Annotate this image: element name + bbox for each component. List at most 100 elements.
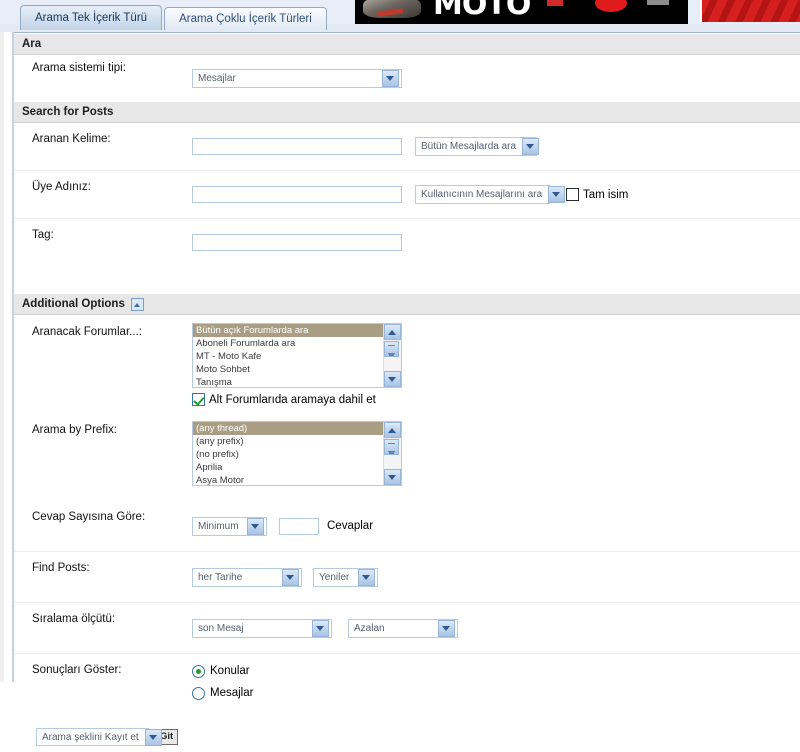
chevron-down-icon (382, 69, 399, 87)
forums-listbox[interactable]: Bütün açık Forumlarda ara Aboneli Foruml… (192, 323, 402, 388)
row-username: Üye Adınız: Kullanıcının Mesajlarını ara… (14, 171, 800, 219)
row-keyword: Aranan Kelime: Bütün Mesajlarda ara (14, 123, 800, 171)
section-header-search: Ara (14, 33, 800, 55)
motorcycle-icon (363, 0, 421, 18)
select-sort-direction-value: Azalan (354, 622, 385, 634)
chevron-down-icon (144, 728, 162, 746)
forums-listbox-items: Bütün açık Forumlarda ara Aboneli Foruml… (193, 324, 383, 387)
select-sort-by[interactable]: son Mesaj (192, 618, 332, 638)
list-item[interactable]: Moto Sohbet (193, 363, 383, 376)
banner-oval-shape (595, 0, 627, 12)
section-title-posts: Search for Posts (22, 106, 114, 118)
row-find-posts: Find Posts: her Tarihe Yeniler (14, 552, 800, 603)
chevron-down-icon (522, 138, 540, 155)
search-type-tabs: Arama Tek İçerik Türü Arama Çoklu İçerik… (20, 4, 329, 30)
scroll-down-icon[interactable] (384, 469, 401, 485)
prefix-listbox-items: (any thread) (any prefix) (no prefix) Ap… (193, 422, 383, 485)
select-keyword-scope[interactable]: Bütün Mesajlarda ara (415, 137, 540, 156)
label-prefix: Arama by Prefix: (32, 424, 117, 436)
list-item[interactable]: (any prefix) (193, 435, 383, 448)
select-find-posts-order-value: Yeniler (319, 571, 350, 583)
select-search-system-type-value: Mesajlar (198, 72, 236, 84)
chevron-down-icon (282, 568, 299, 586)
label-sort: Sıralama ölçütü: (32, 613, 116, 625)
row-tag: Tag: (14, 219, 800, 266)
select-find-posts-date[interactable]: her Tarihe (192, 567, 302, 587)
select-save-search-value: Arama şeklini Kayıt et (42, 731, 139, 743)
chevron-down-icon (247, 517, 264, 535)
list-item[interactable]: (any thread) (193, 422, 383, 435)
list-item[interactable]: MT - Moto Kafe (193, 350, 383, 363)
scroll-up-icon[interactable] (384, 324, 401, 340)
list-item[interactable]: Asya Motor (193, 474, 383, 485)
prefix-listbox-scrollbar[interactable] (383, 422, 401, 485)
select-username-scope-value: Kullanıcının Mesajlarını ara (421, 189, 543, 200)
prefix-listbox[interactable]: (any thread) (any prefix) (no prefix) Ap… (192, 421, 402, 486)
chevron-down-icon (548, 186, 566, 203)
page-left-gutter (0, 32, 14, 682)
section-header-posts: Search for Posts (14, 101, 800, 123)
tab-single-content-type[interactable]: Arama Tek İçerik Türü (20, 5, 163, 30)
list-item[interactable]: Aprilia (193, 461, 383, 474)
label-username: Üye Adınız: (32, 181, 91, 193)
chevron-down-icon (438, 619, 455, 637)
banner-dash-shape (547, 0, 563, 6)
replies-suffix-label: Cevaplar (327, 520, 374, 532)
banner-right-stripes[interactable] (700, 0, 800, 22)
scroll-down-icon[interactable] (384, 371, 401, 387)
collapse-up-icon[interactable] (130, 297, 144, 311)
exact-name-label: Tam isim (583, 188, 629, 201)
section-title-search: Ara (22, 38, 42, 50)
row-prefix: Arama by Prefix: (any thread) (any prefi… (14, 413, 800, 501)
label-forums: Aranacak Forumlar...: (32, 326, 142, 338)
list-item[interactable]: (no prefix) (193, 448, 383, 461)
list-item[interactable]: Aboneli Forumlarda ara (193, 337, 383, 350)
username-input[interactable] (192, 186, 402, 203)
exact-name-checkbox[interactable] (566, 188, 579, 201)
list-item[interactable]: Tanışma (193, 376, 383, 387)
label-search-system-type: Arama sistemi tipi: (32, 62, 126, 74)
radio-option-posts[interactable]: Mesajlar (192, 682, 253, 704)
section-header-additional-options: Additional Options (14, 293, 800, 315)
radio-option-threads[interactable]: Konular (192, 660, 250, 682)
radio-posts[interactable] (192, 686, 205, 700)
row-replies: Cevap Sayısına Göre: Minimum Cevaplar (14, 501, 800, 552)
search-keyword-input[interactable] (192, 138, 402, 155)
select-sort-direction[interactable]: Azalan (348, 618, 458, 638)
select-search-system-type[interactable]: Mesajlar (192, 68, 402, 88)
form-footer-bar: Arama şeklini Kayıt et Git (14, 718, 800, 752)
row-forums: Aranacak Forumlar...: Bütün açık Forumla… (14, 315, 800, 413)
label-keyword: Aranan Kelime: (32, 133, 111, 145)
scrollbar-thumb[interactable] (384, 341, 399, 357)
row-search-system-type: Arama sistemi tipi: Mesajlar (14, 55, 800, 101)
radio-posts-label: Mesajlar (210, 687, 254, 699)
select-replies-mode[interactable]: Minimum (192, 516, 267, 536)
select-keyword-scope-value: Bütün Mesajlarda ara (421, 141, 517, 152)
row-sort: Sıralama ölçütü: son Mesaj Azalan (14, 603, 800, 654)
select-find-posts-order[interactable]: Yeniler (313, 567, 378, 587)
select-username-scope[interactable]: Kullanıcının Mesajlarını ara (415, 185, 566, 204)
banner-advertisement[interactable]: MOTO (355, 0, 688, 24)
select-save-search[interactable]: Arama şeklini Kayıt et (36, 728, 162, 746)
spacer-before-additional (14, 266, 800, 293)
section-title-additional-options: Additional Options (22, 298, 125, 310)
list-item[interactable]: Bütün açık Forumlarda ara (193, 324, 383, 337)
include-subforums-label: Alt Forumlarıda aramaya dahil et (209, 393, 376, 406)
include-subforums-checkbox[interactable] (192, 393, 205, 406)
chevron-down-icon (312, 619, 329, 637)
radio-threads[interactable] (192, 664, 205, 678)
replies-count-input[interactable] (279, 517, 319, 535)
select-sort-by-value: son Mesaj (198, 622, 244, 634)
radio-threads-label: Konular (210, 665, 250, 677)
search-form-panel: Ara Arama sistemi tipi: Mesajlar Search … (14, 32, 800, 746)
forums-listbox-scrollbar[interactable] (383, 324, 401, 387)
row-show-results: Sonuçları Göster: Konular Mesajlar (14, 654, 800, 718)
banner-wordmark: MOTO (433, 0, 531, 22)
tab-multiple-content-types[interactable]: Arama Çoklu İçerik Türleri (164, 7, 327, 30)
scrollbar-thumb[interactable] (384, 439, 399, 455)
label-replies: Cevap Sayısına Göre: (32, 511, 146, 523)
tag-input[interactable] (192, 234, 402, 251)
subforums-checkbox-row: Alt Forumlarıda aramaya dahil et (192, 393, 376, 406)
label-show-results: Sonuçları Göster: (32, 664, 122, 676)
scroll-up-icon[interactable] (384, 422, 401, 438)
